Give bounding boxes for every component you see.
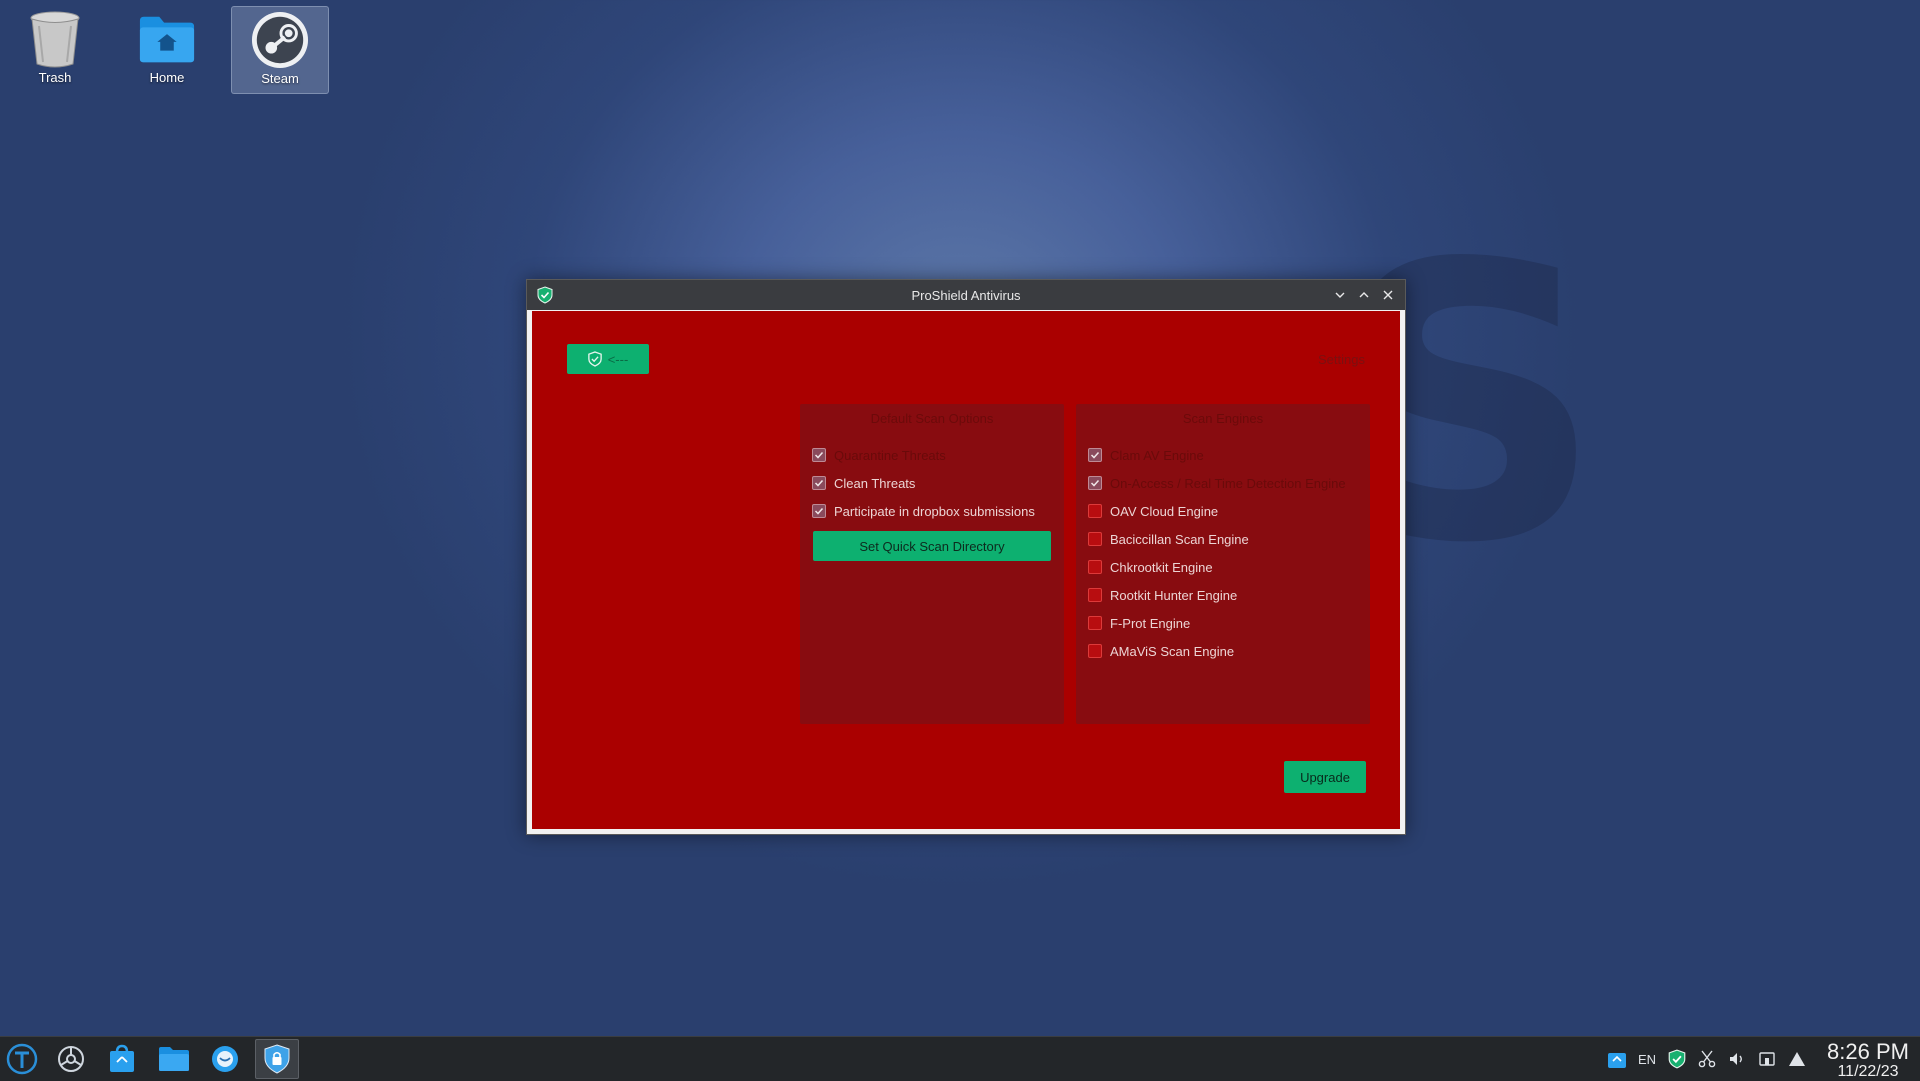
window-titlebar[interactable]: ProShield Antivirus [527, 280, 1405, 310]
upgrade-button[interactable]: Upgrade [1284, 761, 1366, 793]
checkmark-icon [814, 507, 824, 515]
keyboard-layout-indicator[interactable]: EN [1632, 1037, 1662, 1081]
engine-label: Baciccillan Scan Engine [1110, 531, 1249, 547]
clock-time: 8:26 PM [1827, 1039, 1909, 1064]
checkmark-icon [1090, 479, 1100, 487]
chevron-down-icon [1335, 292, 1345, 298]
default-scan-options-panel: Default Scan Options Quarantine Threats … [800, 404, 1064, 724]
digital-clock[interactable]: 8:26 PM 11/22/23 [1818, 1040, 1918, 1080]
steam-icon [251, 11, 309, 69]
trash-icon [26, 10, 84, 68]
option-quarantine-threats[interactable]: Quarantine Threats [812, 446, 946, 464]
network-icon[interactable] [1752, 1037, 1782, 1081]
back-button[interactable]: <--- [567, 344, 649, 374]
window-title: ProShield Antivirus [911, 287, 1021, 303]
back-button-label: <--- [607, 351, 629, 367]
engine-label: F-Prot Engine [1110, 615, 1191, 631]
close-icon [1383, 290, 1393, 300]
volume-icon[interactable] [1722, 1037, 1752, 1081]
launcher-t-icon [6, 1043, 38, 1075]
desktop-icon-label: Steam [261, 71, 299, 86]
scan-engines-panel: Scan Engines Clam AV Engine On-Access / … [1076, 404, 1370, 724]
engine-label: Chkrootkit Engine [1110, 559, 1213, 575]
desktop-icon-label: Home [149, 70, 185, 85]
steam-icon [58, 1046, 84, 1072]
window-content: <--- Settings Default Scan Options Quara… [532, 311, 1400, 829]
desktop-icon-trash[interactable]: Trash [6, 6, 104, 94]
checkbox-checked[interactable] [812, 476, 826, 490]
proshield-window: ProShield Antivirus <--- Settings Defaul… [526, 279, 1406, 835]
engine-clam-av[interactable]: Clam AV Engine [1088, 446, 1204, 464]
engine-on-access[interactable]: On-Access / Real Time Detection Engine [1088, 474, 1346, 492]
option-label: Quarantine Threats [834, 447, 946, 463]
close-button[interactable] [1379, 286, 1397, 304]
clock-date: 11/22/23 [1837, 1063, 1899, 1080]
engine-label: Clam AV Engine [1110, 447, 1204, 463]
panel-title: Scan Engines [1182, 411, 1264, 426]
taskbar-steam-button[interactable] [49, 1039, 93, 1079]
checkbox-unchecked[interactable] [1088, 588, 1102, 602]
scissors-icon[interactable] [1692, 1037, 1722, 1081]
checkbox-unchecked[interactable] [1088, 644, 1102, 658]
checkbox-checked[interactable] [812, 448, 826, 462]
chat-face-icon [212, 1046, 238, 1072]
shopping-bag-icon [110, 1044, 134, 1072]
option-clean-threats[interactable]: Clean Threats [812, 474, 915, 492]
shield-icon [587, 351, 602, 367]
checkbox-checked[interactable] [1088, 476, 1102, 490]
checkbox-unchecked[interactable] [1088, 532, 1102, 546]
engine-chkrootkit[interactable]: Chkrootkit Engine [1088, 558, 1213, 576]
desktop-icon-home[interactable]: Home [118, 6, 216, 94]
engine-oav-cloud[interactable]: OAV Cloud Engine [1088, 502, 1218, 520]
checkbox-unchecked[interactable] [1088, 560, 1102, 574]
desktop-icon-label: Trash [38, 70, 72, 85]
option-label: Participate in dropbox submissions [834, 503, 1035, 519]
engine-f-prot[interactable]: F-Prot Engine [1088, 614, 1190, 632]
show-hidden-icons-arrow-icon[interactable] [1782, 1037, 1812, 1081]
engine-label: Rootkit Hunter Engine [1110, 587, 1238, 603]
proshield-tray-icon[interactable] [1662, 1037, 1692, 1081]
engine-baciccillan[interactable]: Baciccillan Scan Engine [1088, 530, 1249, 548]
checkmark-icon [814, 479, 824, 487]
engine-rootkit-hunter[interactable]: Rootkit Hunter Engine [1088, 586, 1237, 604]
discover-tray-icon[interactable] [1602, 1037, 1632, 1081]
maximize-button[interactable] [1355, 286, 1373, 304]
minimize-button[interactable] [1331, 286, 1349, 304]
engine-label: On-Access / Real Time Detection Engine [1110, 475, 1346, 491]
folder-icon [159, 1047, 189, 1071]
home-folder-icon [138, 10, 196, 68]
taskbar-file-manager-button[interactable] [152, 1039, 196, 1079]
system-tray: EN [1602, 1037, 1812, 1081]
taskbar: EN 8:26 PM 11/22/23 [0, 1036, 1920, 1081]
engine-amavis[interactable]: AMaViS Scan Engine [1088, 642, 1234, 660]
checkbox-checked[interactable] [812, 504, 826, 518]
checkbox-checked[interactable] [1088, 448, 1102, 462]
desktop-icon-steam[interactable]: Steam [231, 6, 329, 94]
taskbar-discover-button[interactable] [100, 1039, 144, 1079]
taskbar-chat-app-button[interactable] [203, 1039, 247, 1079]
settings-link[interactable]: Settings [1318, 352, 1365, 367]
checkbox-unchecked[interactable] [1088, 616, 1102, 630]
shield-app-icon [537, 286, 553, 307]
set-quick-scan-directory-button[interactable]: Set Quick Scan Directory [813, 531, 1051, 561]
checkbox-unchecked[interactable] [1088, 504, 1102, 518]
app-launcher-button[interactable] [0, 1039, 44, 1079]
option-dropbox-submissions[interactable]: Participate in dropbox submissions [812, 502, 1035, 520]
engine-label: OAV Cloud Engine [1110, 503, 1219, 519]
taskbar-proshield-button[interactable] [255, 1039, 299, 1079]
chevron-up-icon [1359, 292, 1369, 298]
engine-label: AMaViS Scan Engine [1110, 643, 1235, 659]
panel-title: Default Scan Options [870, 411, 994, 426]
checkmark-icon [814, 451, 824, 459]
option-label: Clean Threats [834, 475, 916, 491]
shield-lock-icon [264, 1044, 290, 1074]
checkmark-icon [1090, 451, 1100, 459]
